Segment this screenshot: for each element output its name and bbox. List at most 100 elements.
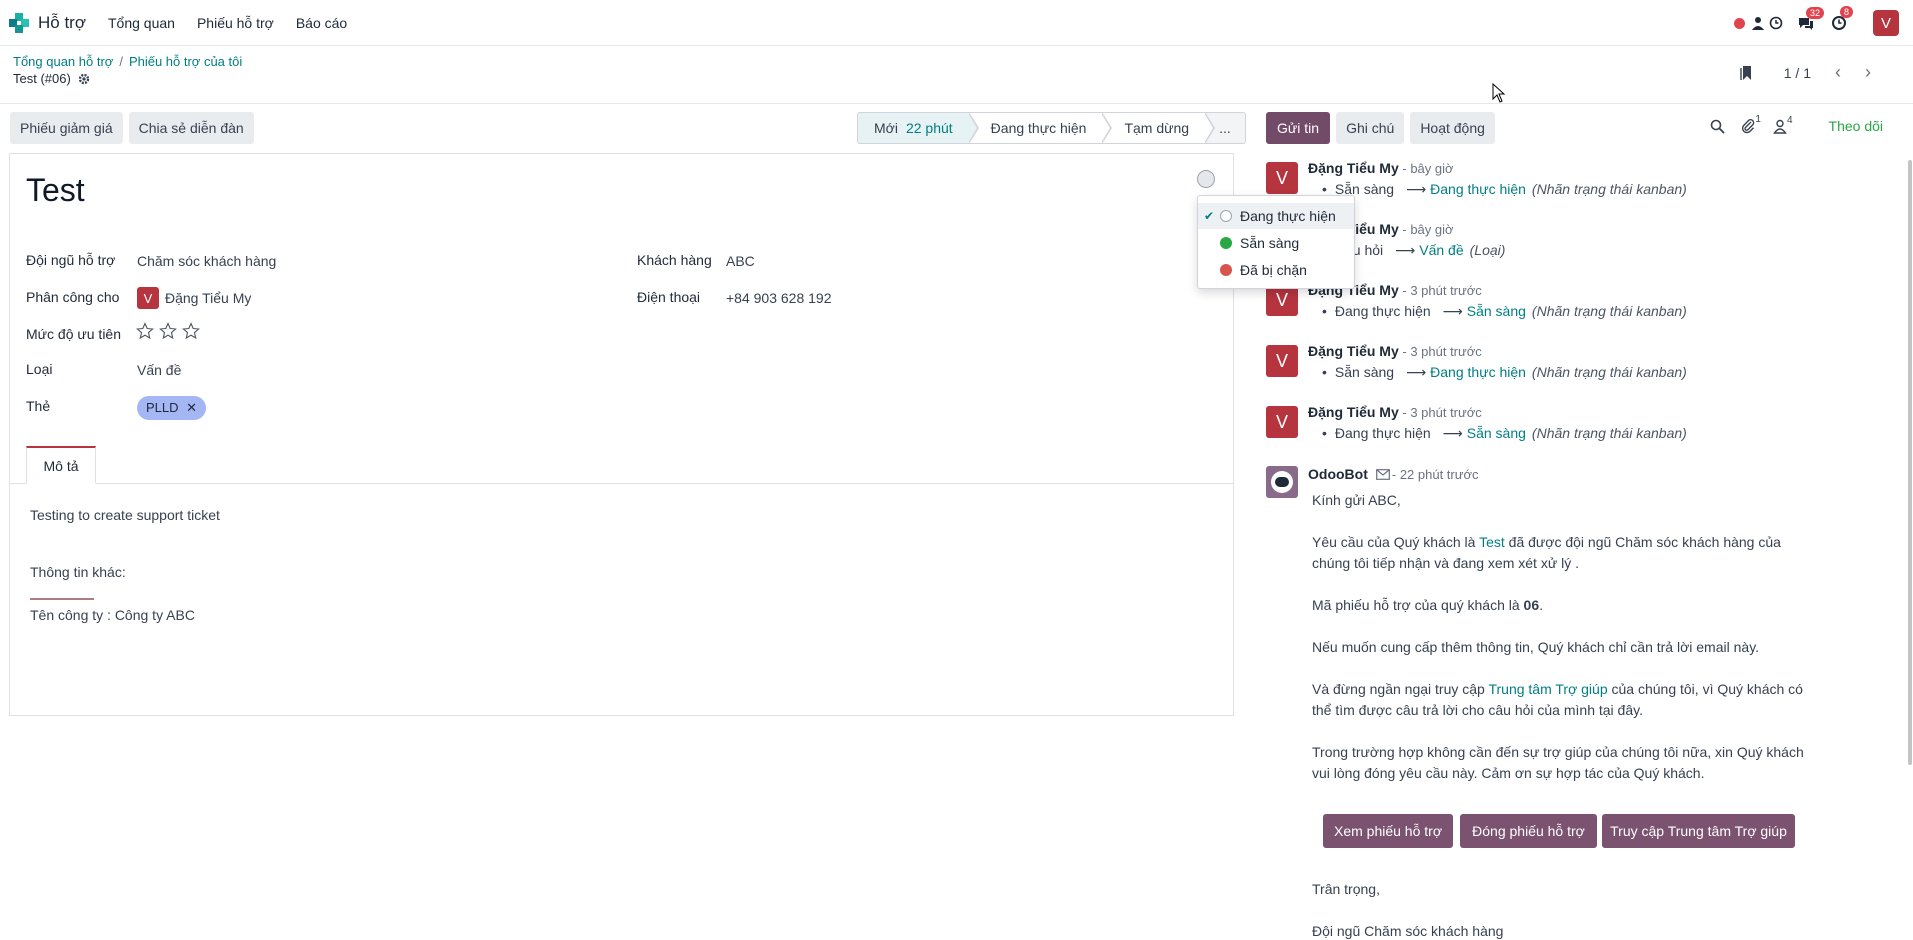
stage-new[interactable]: Mới 22 phút — [857, 112, 979, 144]
type-field[interactable]: Vấn đề — [137, 362, 181, 378]
priority-stars — [136, 322, 200, 340]
assign-label: Phân công cho — [26, 289, 120, 305]
menu-overview[interactable]: Tổng quan — [108, 15, 175, 31]
ticket-link[interactable]: Test — [1479, 534, 1505, 550]
bot-paragraph: Nếu muốn cung cấp thêm thông tin, Quý kh… — [1312, 639, 1760, 655]
messages-icon[interactable]: 32 — [1797, 6, 1825, 31]
tracking-change: • Sẵn sàng ⟶ Đang thực hiện (Nhãn trạng thái… — [1322, 181, 1687, 197]
help-center-button[interactable]: Truy cập Trung tâm Trợ giúp — [1602, 814, 1795, 848]
type-label: Loại — [26, 361, 53, 377]
bot-paragraph: Mã phiếu hỗ trợ của quý khách là 06. — [1312, 597, 1543, 613]
bot-paragraph: Trong trường hợp không cần đến sự trợ gi… — [1312, 744, 1804, 781]
message-time: - bây giờ — [1398, 161, 1454, 176]
coupon-button[interactable]: Phiếu giảm giá — [10, 112, 123, 144]
activities-badge: 8 — [1840, 6, 1854, 18]
chatter-scrollbar[interactable] — [1908, 160, 1912, 765]
assignee-avatar: V — [137, 287, 159, 309]
star-icon[interactable] — [159, 322, 177, 340]
change-new-value: Sẵn sàng — [1466, 303, 1526, 319]
recording-dot-icon[interactable] — [1734, 17, 1745, 29]
breadcrumb-overview[interactable]: Tổng quan hỗ trợ — [13, 54, 113, 69]
ticket-title[interactable]: Test — [26, 172, 85, 209]
message-time: - 3 phút trước — [1398, 344, 1482, 359]
kanban-option-blocked[interactable]: Đã bị chặn — [1198, 257, 1354, 283]
kanban-option-in-progress[interactable]: ✔ Đang thực hiện — [1198, 203, 1354, 229]
user-icon — [1773, 119, 1787, 134]
stage-on-hold[interactable]: Tạm dừng — [1102, 112, 1216, 144]
kanban-state-toggle[interactable] — [1197, 170, 1215, 188]
bot-closing: Trân trọng, — [1312, 881, 1380, 897]
message-time: - 3 phút trước — [1398, 405, 1482, 420]
message-header: Đặng Tiểu My - 3 phút trước — [1308, 343, 1482, 359]
helpdesk-app-icon — [9, 12, 29, 33]
bot-greeting: Kính gửi ABC, — [1312, 492, 1401, 508]
description-line[interactable]: Testing to create support ticket — [30, 507, 220, 523]
menu-tickets[interactable]: Phiếu hỗ trợ — [197, 15, 274, 31]
pager-previous-icon[interactable]: ‹ — [1835, 62, 1841, 83]
phone-field[interactable]: +84 903 628 192 — [726, 290, 832, 306]
clock-icon[interactable] — [1769, 16, 1783, 30]
attachments-count: 1 — [1755, 114, 1761, 125]
message-avatar: V — [1266, 406, 1298, 438]
check-icon: ✔ — [1203, 209, 1215, 223]
stage-new-label: Mới — [874, 120, 898, 136]
gear-icon[interactable] — [78, 73, 90, 85]
pager-value[interactable]: 1 / 1 — [1784, 65, 1811, 81]
message-author[interactable]: OdooBot — [1308, 466, 1368, 482]
message-header: OdooBot - 22 phút trước — [1308, 466, 1478, 482]
customer-field[interactable]: ABC — [726, 253, 755, 269]
stage-more-label: ... — [1219, 120, 1231, 136]
stage-arrow — [1204, 112, 1216, 144]
user-avatar[interactable]: V — [1873, 10, 1899, 36]
form-sheet — [9, 153, 1234, 716]
kanban-option-label: Đang thực hiện — [1240, 208, 1336, 224]
message-author[interactable]: Đặng Tiểu My — [1308, 160, 1399, 176]
description-line[interactable]: Thông tin khác: — [30, 564, 126, 580]
change-old-value: Sẵn sàng — [1334, 364, 1395, 380]
top-navbar: Hỗ trợ Tổng quan Phiếu hỗ trợ Báo cáo 32… — [0, 0, 1913, 46]
change-field-name: (Nhãn trạng thái kanban) — [1531, 181, 1687, 197]
star-icon[interactable] — [136, 322, 154, 340]
change-field-name: (Loại) — [1469, 242, 1506, 258]
odoobot-avatar — [1266, 466, 1298, 498]
breadcrumb-my-tickets[interactable]: Phiếu hỗ trợ của tôi — [129, 54, 242, 69]
user-status-icon[interactable] — [1751, 16, 1765, 30]
tab-description[interactable]: Mô tả — [26, 446, 96, 484]
record-title: Test (#06) — [13, 71, 90, 86]
message-author[interactable]: Đặng Tiểu My — [1308, 343, 1399, 359]
mouse-cursor-icon — [1492, 83, 1506, 103]
pager-next-icon[interactable]: › — [1865, 62, 1871, 83]
kanban-option-label: Sẵn sàng — [1240, 235, 1300, 251]
share-forum-button[interactable]: Chia sẻ diễn đàn — [128, 112, 254, 144]
chatter-buttons: Gửi tin Ghi chú Hoạt động — [1266, 112, 1495, 144]
followers-button[interactable]: 4 — [1773, 115, 1793, 134]
pager: 1 / 1 ‹ › — [1740, 62, 1883, 83]
view-ticket-button[interactable]: Xem phiếu hỗ trợ — [1323, 814, 1453, 848]
message-header: Đặng Tiểu My - 3 phút trước — [1308, 404, 1482, 420]
close-ticket-button[interactable]: Đóng phiếu hỗ trợ — [1460, 814, 1597, 848]
team-field[interactable]: Chăm sóc khách hàng — [137, 253, 276, 269]
star-icon[interactable] — [182, 322, 200, 340]
description-line[interactable]: Tên công ty : Công ty ABC — [30, 607, 195, 623]
send-message-button[interactable]: Gửi tin — [1266, 112, 1331, 144]
assign-field[interactable]: V Đặng Tiểu My — [137, 287, 251, 309]
message-author[interactable]: Đặng Tiểu My — [1308, 404, 1399, 420]
chatter-tools: 1 4 Theo dõi — [1710, 114, 1883, 134]
breadcrumb: Tổng quan hỗ trợ / Phiếu hỗ trợ của tôi — [13, 54, 242, 69]
state-dot-red — [1220, 264, 1232, 276]
stage-arrow — [967, 112, 979, 144]
tracking-change: • Sẵn sàng ⟶ Đang thực hiện (Nhãn trạng thái… — [1322, 364, 1687, 380]
help-center-link[interactable]: Trung tâm Trợ giúp — [1488, 681, 1607, 697]
tag-remove-icon[interactable]: ✕ — [186, 400, 197, 415]
activities-button[interactable]: Hoạt động — [1410, 112, 1495, 144]
follow-button[interactable]: Theo dõi — [1829, 118, 1883, 134]
stage-in-progress[interactable]: Đang thực hiện — [968, 112, 1113, 144]
search-icon[interactable] — [1710, 119, 1726, 134]
bookmark-icon[interactable] — [1740, 65, 1754, 81]
log-note-button[interactable]: Ghi chú — [1336, 112, 1405, 144]
menu-reporting[interactable]: Báo cáo — [296, 15, 347, 31]
activities-icon[interactable]: 8 — [1831, 6, 1854, 31]
app-brand[interactable]: Hỗ trợ — [8, 12, 86, 34]
attachments-button[interactable]: 1 — [1741, 114, 1761, 134]
kanban-option-ready[interactable]: Sẵn sàng — [1198, 230, 1354, 256]
